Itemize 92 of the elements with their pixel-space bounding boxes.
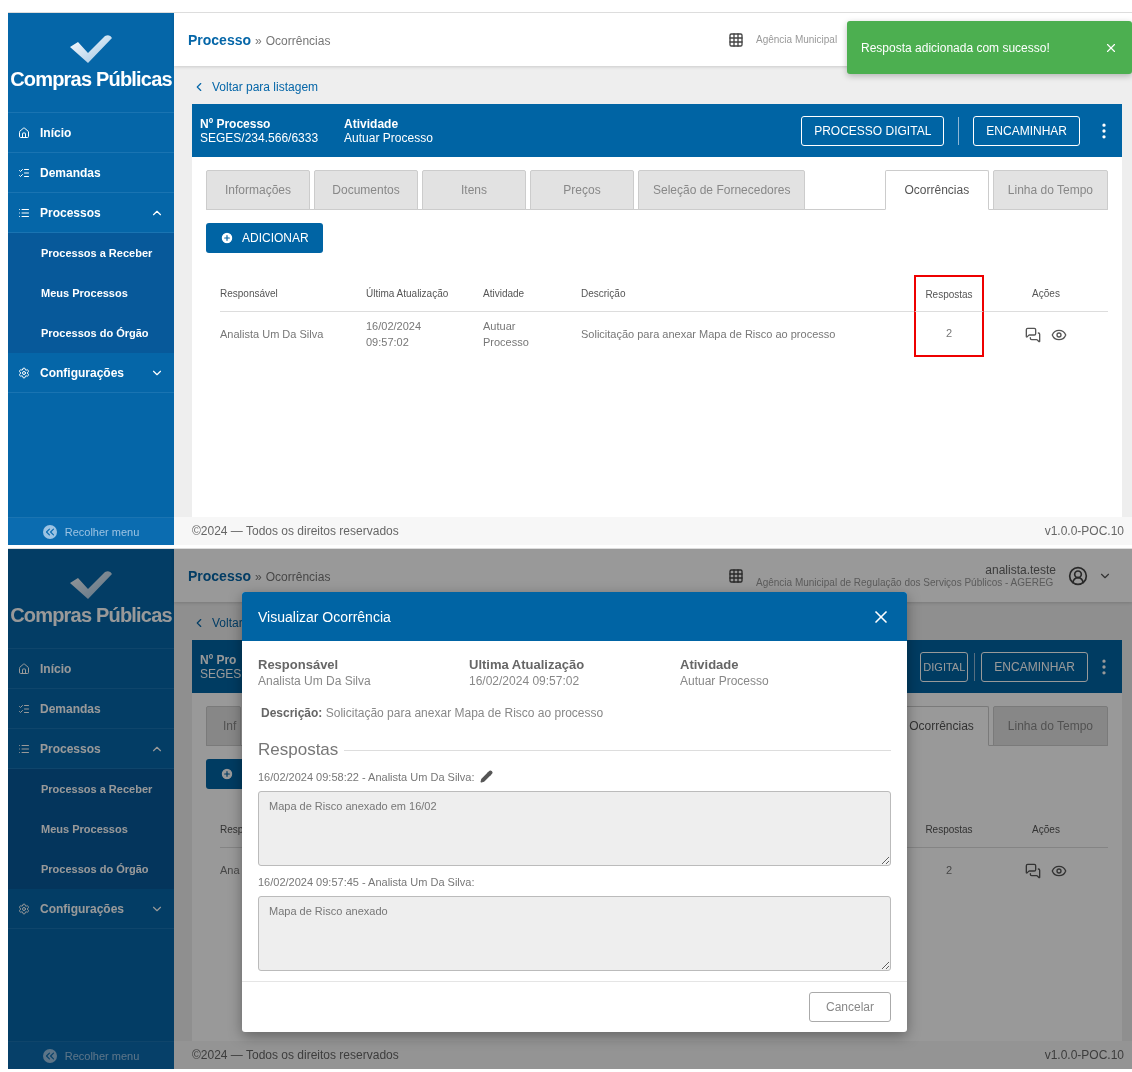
breadcrumb-link[interactable]: Processo xyxy=(188,31,252,48)
nav-icon xyxy=(18,742,30,755)
apps-grid-icon[interactable] xyxy=(728,31,744,48)
table-cell-text: Solicitação para anexar Mapa de Risco ao processo xyxy=(581,326,836,342)
breadcrumb-separator: » xyxy=(255,33,262,48)
sidebar-subitem[interactable]: Processos a Receber xyxy=(8,233,174,273)
column-header: Responsável xyxy=(220,287,278,299)
sidebar-subitem[interactable]: Meus Processos xyxy=(8,273,174,313)
sidebar-subitem[interactable]: Processos a Receber xyxy=(8,769,174,809)
plus-icon xyxy=(220,231,234,245)
field-value: Autuar Processo xyxy=(680,674,770,688)
outline-button[interactable]: PROCESSO DIGITAL xyxy=(801,115,945,146)
tab[interactable]: Ocorrências xyxy=(884,170,989,210)
edit-icon[interactable] xyxy=(480,770,494,783)
plus-icon xyxy=(220,767,234,781)
response-field[interactable]: Mapa de Risco anexado xyxy=(258,896,891,971)
checkmark-logo-icon xyxy=(68,570,114,600)
outline-button[interactable]: ENCAMINHAR xyxy=(973,115,1080,146)
add-button[interactable]: ADICIONAR xyxy=(206,223,323,253)
column-header: Última Atualização xyxy=(366,287,449,299)
tab[interactable]: Itens xyxy=(422,170,526,210)
toast-message: Resposta adicionada com sucesso! xyxy=(861,40,1050,55)
chevron-left-icon xyxy=(42,524,57,539)
sidebar-subitem[interactable]: Meus Processos xyxy=(8,809,174,849)
field-value: 16/02/2024 09:57:02 xyxy=(469,674,581,688)
description-text: Descrição: Solicitação para anexar Mapa de Risco ao processo xyxy=(261,706,605,720)
copyright-text: ©2024 — Todos os direitos reservados xyxy=(192,524,399,538)
version-text: v1.0.0-POC.10 xyxy=(1044,524,1124,538)
nav-icon xyxy=(18,206,30,219)
field-label: Atividade xyxy=(344,116,400,131)
organization-name: Agência Municipal xyxy=(756,34,838,45)
sidebar-subitem[interactable]: Processos do Órgão xyxy=(8,849,174,889)
version-text: v1.0.0-POC.10 xyxy=(1044,1048,1124,1062)
nav-icon xyxy=(18,662,30,675)
tab[interactable]: Seleção de Fornecedores xyxy=(638,170,806,210)
field-value: SEGES/234.566/6333 xyxy=(200,130,319,145)
column-header: Respostas xyxy=(925,288,973,300)
field-label: Nº Processo xyxy=(200,116,272,131)
table-cell-text: 2 xyxy=(945,862,953,878)
column-header: Ações xyxy=(1032,823,1060,835)
field-label: Responsável xyxy=(258,657,340,672)
response-meta: 16/02/2024 09:57:45 - Analista Um Da Silva: xyxy=(258,876,475,888)
collapse-menu-button[interactable]: Recolher menu xyxy=(8,1041,174,1069)
tab[interactable]: Preços xyxy=(530,170,634,210)
breadcrumb-separator: » xyxy=(255,569,262,584)
table-cell-text: 2 xyxy=(945,325,953,341)
breadcrumb-current: Ocorrências xyxy=(265,569,331,584)
comments-icon[interactable] xyxy=(1025,326,1041,343)
logo-text: Compras Públicas xyxy=(10,68,172,91)
column-header: Ações xyxy=(1032,287,1060,299)
tab[interactable]: Documentos xyxy=(314,170,418,210)
apps-grid-icon[interactable] xyxy=(728,567,744,584)
breadcrumb-link[interactable]: Processo xyxy=(188,567,252,584)
nav-icon xyxy=(18,126,30,139)
user-name: analista.teste xyxy=(985,563,1056,577)
table-cell-text: Analista Um Da Silva xyxy=(220,326,324,342)
collapse-menu-button[interactable]: Recolher menu xyxy=(8,517,174,545)
breadcrumb-current: Ocorrências xyxy=(265,33,331,48)
user-avatar-icon[interactable] xyxy=(1068,565,1088,586)
column-header: Respostas xyxy=(925,823,973,835)
nav-icon xyxy=(18,902,30,915)
logo-text: Compras Públicas xyxy=(10,604,172,627)
modal-title: Visualizar Ocorrência xyxy=(258,608,391,625)
table-cell-text: 16/02/2024 09:57:02 xyxy=(366,318,422,350)
tab[interactable]: Linha do Tempo xyxy=(992,170,1108,210)
comments-icon[interactable] xyxy=(1025,862,1041,879)
nav-icon xyxy=(18,366,30,379)
response-meta: 16/02/2024 09:58:22 - Analista Um Da Silva: xyxy=(258,770,475,783)
outline-button[interactable]: ENCAMINHAR xyxy=(981,651,1088,682)
tab[interactable]: Informações xyxy=(206,170,310,210)
outline-button[interactable]: DIGITAL xyxy=(920,651,969,682)
nav-icon xyxy=(18,702,30,715)
checkmark-logo-icon xyxy=(68,34,114,64)
field-label: Nº Pro xyxy=(200,652,238,667)
section-title: Respostas xyxy=(258,740,339,760)
field-value: Analista Um Da Silva xyxy=(258,674,372,688)
field-value: Autuar Processo xyxy=(344,130,433,145)
table-cell-text: Ana xyxy=(220,862,240,878)
sidebar-subitem[interactable]: Processos do Órgão xyxy=(8,313,174,353)
column-header: Descrição xyxy=(581,287,626,299)
back-link[interactable]: Voltar xyxy=(192,612,243,634)
cancel-button[interactable]: Cancelar xyxy=(808,992,891,1022)
nav-icon xyxy=(18,166,30,179)
copyright-text: ©2024 — Todos os direitos reservados xyxy=(192,1048,399,1062)
field-label: Ultima Atualização xyxy=(469,657,586,672)
field-label: Atividade xyxy=(680,657,740,672)
chevron-left-icon xyxy=(42,1048,57,1063)
back-link[interactable]: Voltar para listagem xyxy=(192,76,319,98)
table-cell-text: Autuar Processo xyxy=(483,318,529,350)
column-header: Atividade xyxy=(483,287,525,299)
response-field[interactable]: Mapa de Risco anexado em 16/02 xyxy=(258,791,891,866)
field-value: SEGES xyxy=(200,666,242,681)
